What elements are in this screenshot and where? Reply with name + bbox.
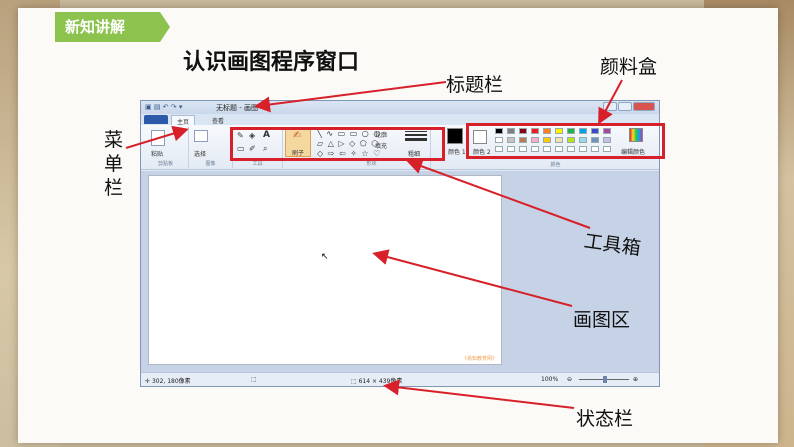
palette-arrow xyxy=(598,79,623,125)
title-bar-arrow xyxy=(254,81,447,113)
canvas-arrow xyxy=(372,249,573,307)
toolbox-arrow xyxy=(406,158,591,229)
menu-bar-arrow xyxy=(125,125,189,149)
status-bar-arrow xyxy=(383,379,575,409)
annotation-arrows xyxy=(125,79,623,409)
